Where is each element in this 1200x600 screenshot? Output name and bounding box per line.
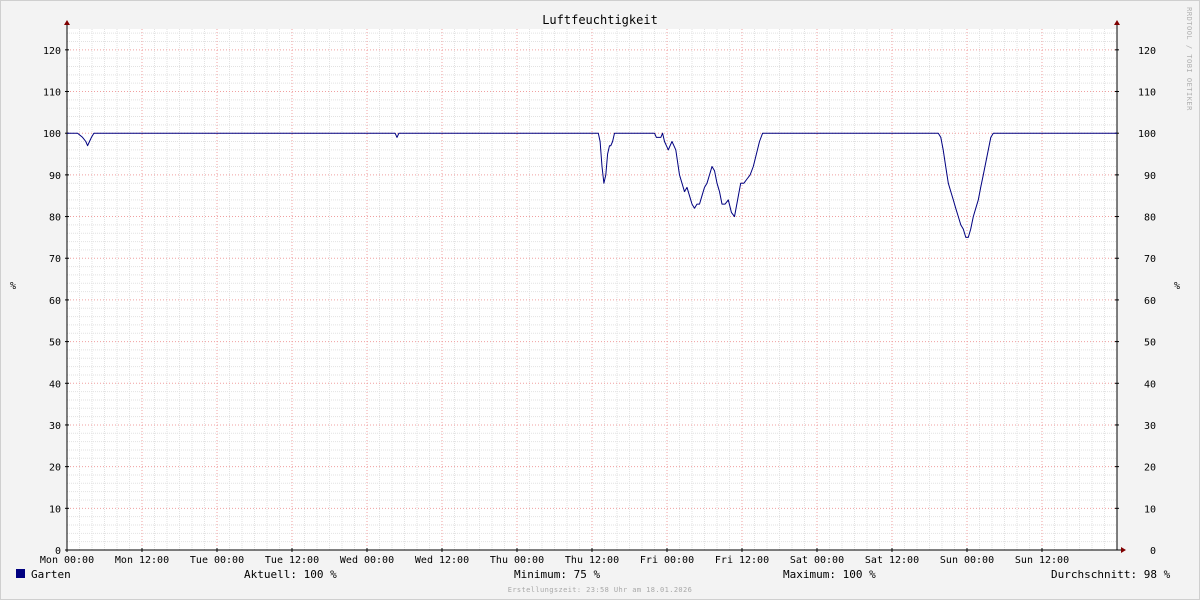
y-tick-label-left: 20: [49, 463, 61, 474]
x-tick-label: Sun 00:00: [940, 555, 994, 566]
x-tick-label: Fri 00:00: [640, 555, 694, 566]
x-tick-labels: Mon 00:00 Mon 12:00 Tue 00:00 Tue 12:00 Wed …: [40, 555, 1069, 566]
x-tick-label: Mon 12:00: [115, 555, 169, 566]
legend-aktuell: Aktuell: 100 %: [244, 568, 337, 581]
legend-swatch-garten: [16, 569, 25, 578]
x-tick-label: Fri 12:00: [715, 555, 769, 566]
y-tick-label-right: 50: [1144, 338, 1156, 349]
y-tick-label-left: 50: [49, 338, 61, 349]
x-tick-label: Tue 12:00: [265, 555, 319, 566]
creation-timestamp: Erstellungszeit: 23:58 Uhr am 18.01.2026: [508, 586, 693, 594]
y-tick-label-left: 120: [43, 46, 61, 57]
y-tick-label-left: 110: [43, 88, 61, 99]
y-tick-label-right: 80: [1144, 213, 1156, 224]
y-tick-label-left: 40: [49, 379, 61, 390]
y-tick-label-right: 90: [1144, 171, 1156, 182]
y-tick-label-left: 70: [49, 254, 61, 265]
x-tick-label: Sat 12:00: [865, 555, 919, 566]
x-tick-label: Sat 00:00: [790, 555, 844, 566]
y-tick-label-left: 90: [49, 171, 61, 182]
y-tick-label-left: 100: [43, 129, 61, 140]
y-tick-label-right: 20: [1144, 463, 1156, 474]
y-tick-label-right: 0: [1150, 546, 1156, 557]
x-tick-label: Thu 12:00: [565, 555, 619, 566]
x-tick-label: Mon 00:00: [40, 555, 94, 566]
y-tick-label-right: 40: [1144, 379, 1156, 390]
grid: [67, 29, 1117, 550]
x-tick-label: Tue 00:00: [190, 555, 244, 566]
x-axis-arrow: [1121, 547, 1126, 553]
y-tick-label-right: 60: [1144, 296, 1156, 307]
y-tick-label-right: 30: [1144, 421, 1156, 432]
y-tick-label-right: 10: [1144, 504, 1156, 515]
legend-minimum: Minimum: 75 %: [514, 568, 600, 581]
legend-label-garten: Garten: [31, 568, 71, 581]
y-tick-label-left: 80: [49, 213, 61, 224]
y-tick-labels-left: 0102030405060708090100110120: [43, 46, 61, 557]
y-axis-label-right: %: [1174, 281, 1180, 292]
y-axis-arrow-right: [1114, 20, 1120, 25]
y-tick-labels-right: 0 10 20 30 40 50 60 70 80 90 100 110 120: [1138, 46, 1156, 557]
y-tick-label-right: 100: [1138, 129, 1156, 140]
watermark: RRDTOOL / TOBI OETIKER: [1185, 7, 1193, 111]
y-tick-label-right: 110: [1138, 88, 1156, 99]
y-tick-label-right: 70: [1144, 254, 1156, 265]
legend-maximum: Maximum: 100 %: [783, 568, 876, 581]
chart-title: Luftfeuchtigkeit: [542, 13, 658, 27]
legend-durchschnitt: Durchschnitt: 98 %: [1051, 568, 1171, 581]
y-tick-label-right: 120: [1138, 46, 1156, 57]
y-axis-arrow-left: [64, 20, 70, 25]
y-tick-label-left: 10: [49, 504, 61, 515]
x-tick-label: Wed 00:00: [340, 555, 394, 566]
y-tick-label-left: 60: [49, 296, 61, 307]
chart-frame: 0 10 20 30 40 50 60 70 80 90 100 110 120 0 10 20 30 40 50…: [0, 0, 1200, 600]
x-tick-label: Thu 00:00: [490, 555, 544, 566]
x-tick-label: Wed 12:00: [415, 555, 469, 566]
x-tick-label: Sun 12:00: [1015, 555, 1069, 566]
y-tick-label-left: 30: [49, 421, 61, 432]
humidity-chart: 0 10 20 30 40 50 60 70 80 90 100 110 120 0 10 20 30 40 50…: [10, 7, 1193, 594]
y-axis-label-left: %: [10, 281, 16, 292]
